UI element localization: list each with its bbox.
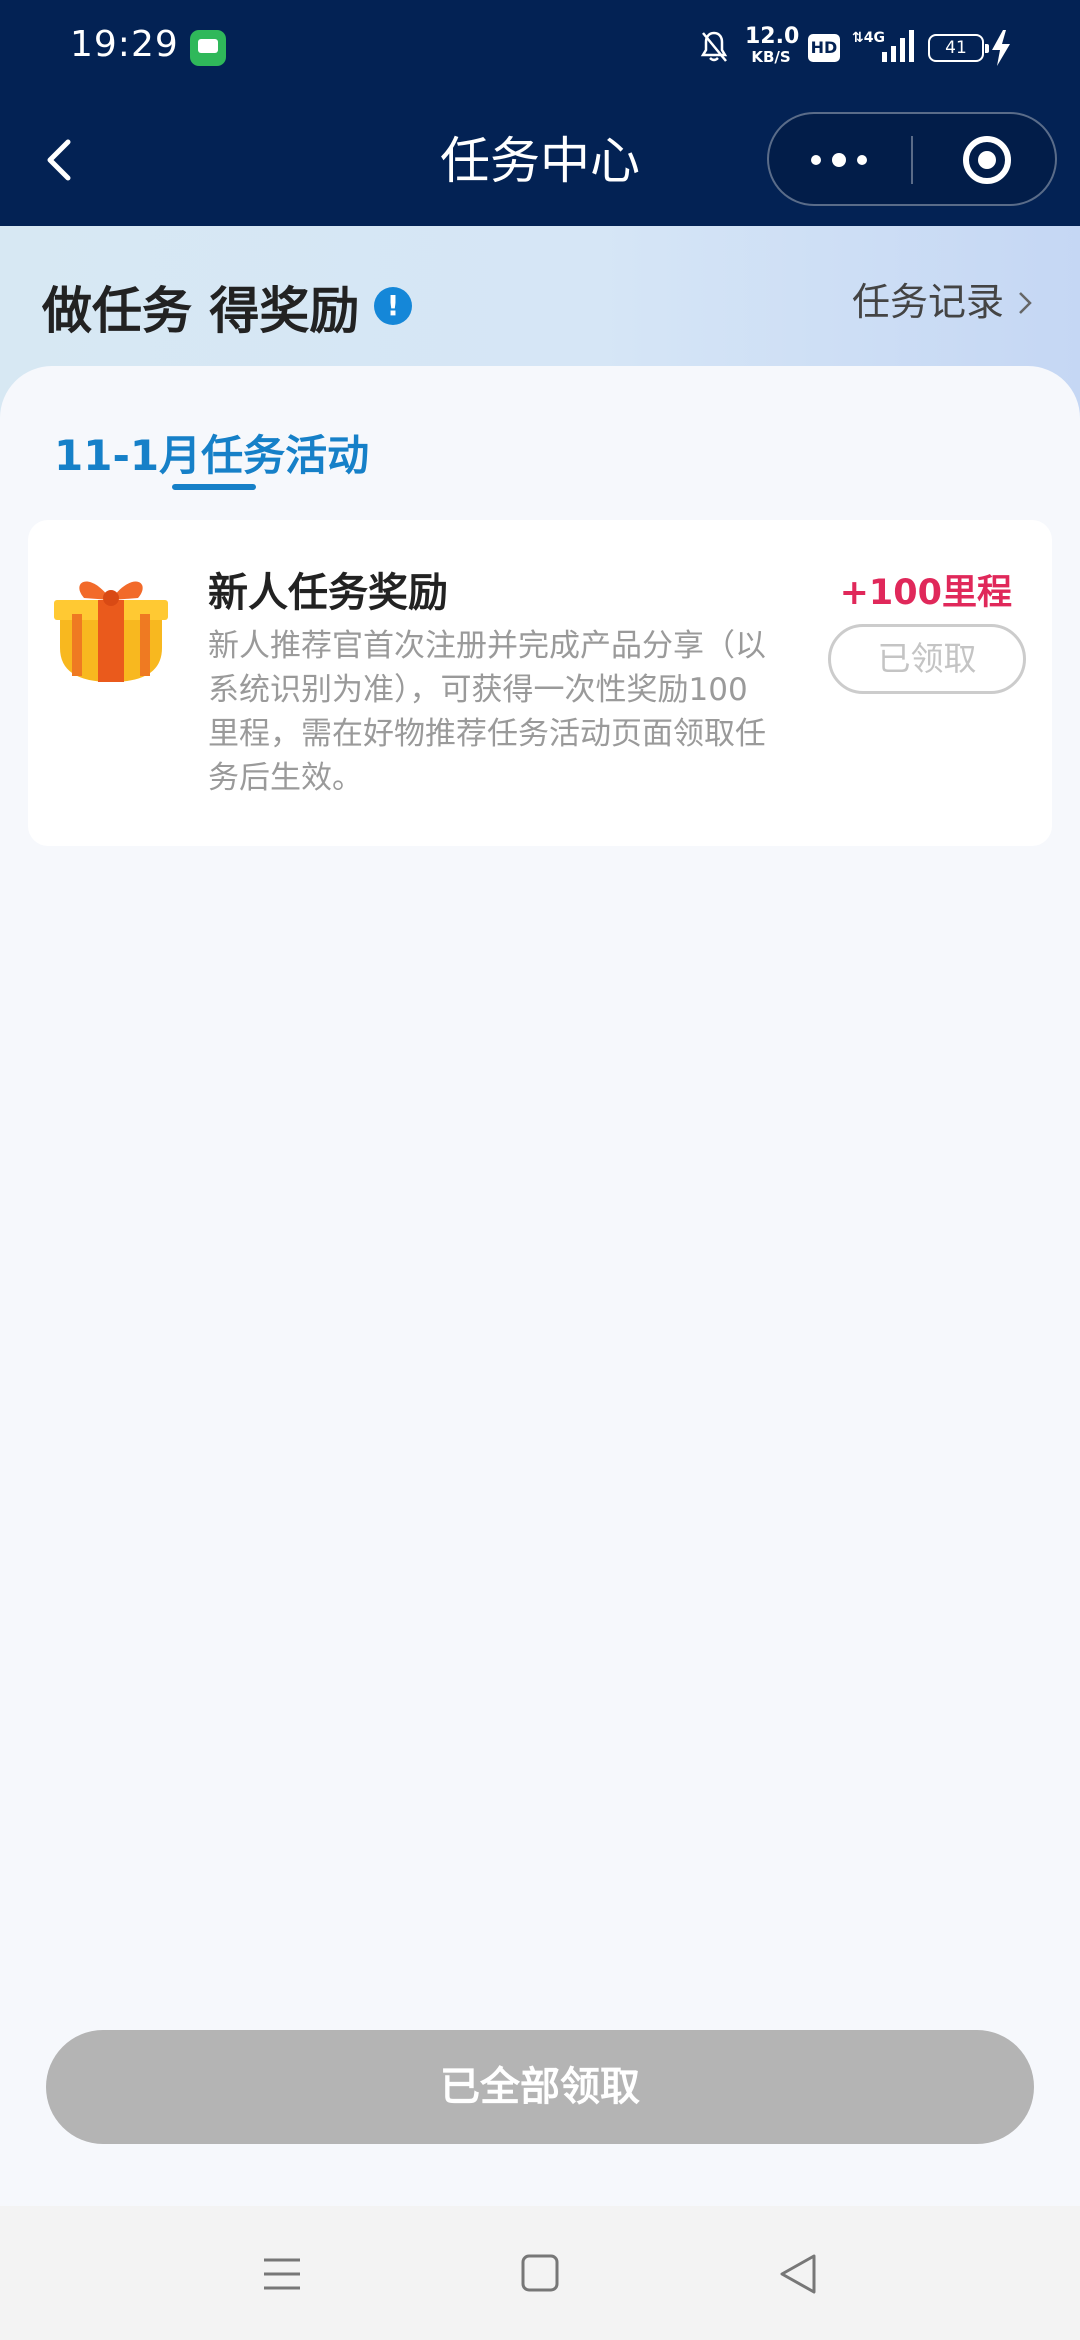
status-time: 19:29 xyxy=(70,24,179,65)
system-nav-bar xyxy=(0,2206,1080,2340)
claimed-button[interactable]: 已领取 xyxy=(828,624,1026,694)
task-reward: +100里程 xyxy=(839,573,1012,613)
charging-icon xyxy=(992,30,1010,66)
task-title: 新人任务奖励 xyxy=(208,570,448,616)
battery-icon: 41 xyxy=(928,34,989,62)
headline: 做任务 得奖励 xyxy=(42,282,360,340)
more-button[interactable] xyxy=(769,114,911,204)
hd-badge: HD xyxy=(808,34,840,62)
chat-app-icon xyxy=(190,30,226,66)
miniprogram-capsule xyxy=(767,112,1057,206)
nav-bar: 任务中心 xyxy=(0,96,1080,226)
task-record-link[interactable]: 任务记录 xyxy=(852,274,1032,330)
chevron-right-icon xyxy=(1019,292,1032,314)
claim-all-button[interactable]: 已全部领取 xyxy=(46,2030,1034,2144)
task-card: 新人任务奖励 新人推荐官首次注册并完成产品分享（以系统识别为准），可获得一次性奖… xyxy=(28,520,1052,846)
network-speed-value: 12.0 xyxy=(745,24,800,49)
close-miniprogram-icon xyxy=(963,136,1011,184)
tab-task-activity[interactable]: 11-1月任务活动 xyxy=(54,422,369,483)
more-dots-icon xyxy=(811,153,867,167)
tab-underline xyxy=(172,484,256,490)
task-description: 新人推荐官首次注册并完成产品分享（以系统识别为准），可获得一次性奖励100里程，… xyxy=(208,628,766,796)
content-sheet: 11-1月任务活动 新人任务奖励 新人推荐官首次注册并完成产品分享（以系统识别为… xyxy=(0,366,1080,2206)
close-miniprogram-button[interactable] xyxy=(913,114,1057,204)
info-icon[interactable]: ! xyxy=(374,287,412,325)
network-speed: 12.0 KB/S xyxy=(745,24,800,66)
menu-icon[interactable] xyxy=(252,2250,312,2298)
status-bar: 19:29 12.0 KB/S HD ⇅4G 41 xyxy=(0,0,1080,96)
network-speed-unit: KB/S xyxy=(751,48,791,66)
gift-icon xyxy=(54,581,168,682)
screen: 19:29 12.0 KB/S HD ⇅4G 41 任务中心 做任务 得奖励 !… xyxy=(0,0,1080,2340)
task-record-label: 任务记录 xyxy=(852,280,1005,324)
home-icon[interactable] xyxy=(510,2250,570,2298)
signal-icon: ⇅4G xyxy=(852,30,914,62)
svg-text:⇅4G: ⇅4G xyxy=(852,30,885,46)
bell-off-icon xyxy=(700,31,728,62)
back-triangle-icon[interactable] xyxy=(768,2250,828,2298)
